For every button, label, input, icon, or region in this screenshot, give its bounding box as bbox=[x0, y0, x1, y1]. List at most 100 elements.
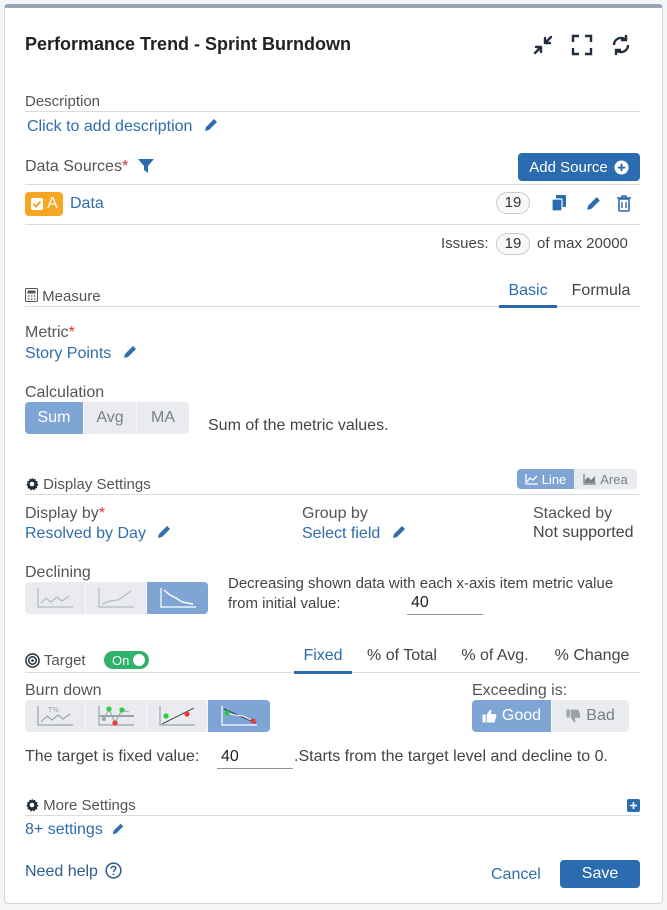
measure-header: Measure bbox=[25, 288, 101, 305]
thumbs-up-icon bbox=[482, 709, 497, 723]
flat-chart-icon bbox=[37, 588, 73, 608]
calc-ma-button[interactable]: MA bbox=[137, 402, 189, 434]
divider bbox=[25, 494, 640, 495]
percent-chart-icon: T% bbox=[37, 706, 73, 726]
calc-sum-button[interactable]: Sum bbox=[25, 402, 84, 434]
toggle-knob bbox=[133, 654, 146, 666]
calculation-description: Sum of the metric values. bbox=[208, 417, 389, 434]
minimize-icon[interactable] bbox=[531, 33, 555, 57]
add-description-label: Click to add description bbox=[27, 118, 193, 135]
checkbox-icon bbox=[31, 198, 44, 210]
tab-formula[interactable]: Formula bbox=[565, 282, 637, 300]
display-by-label-text: Display by bbox=[25, 505, 99, 522]
description-label: Description bbox=[25, 93, 101, 110]
target-toggle-label: On bbox=[112, 652, 130, 668]
target-rising-option[interactable] bbox=[147, 700, 208, 732]
declining-flat-option[interactable] bbox=[25, 582, 86, 614]
declining-rising-option[interactable] bbox=[86, 582, 147, 614]
expand-plus-icon[interactable] bbox=[627, 799, 640, 812]
trash-icon[interactable] bbox=[616, 194, 632, 217]
exceeding-good-button[interactable]: Good bbox=[472, 700, 552, 732]
display-by-label: Display by* bbox=[25, 505, 106, 522]
source-name[interactable]: Data bbox=[70, 195, 104, 213]
issues-count-badge: 19 bbox=[496, 233, 530, 255]
chart-type-line[interactable]: Line bbox=[517, 469, 574, 489]
need-help-link[interactable]: Need help bbox=[25, 862, 123, 881]
declining-segmented bbox=[25, 582, 208, 614]
display-settings-label: Display Settings bbox=[43, 476, 151, 493]
exceeding-good-label: Good bbox=[501, 707, 542, 724]
cancel-button[interactable]: Cancel bbox=[491, 866, 541, 884]
measure-label: Measure bbox=[42, 288, 101, 305]
calculation-segmented: Sum Avg MA bbox=[25, 402, 189, 434]
exceeding-bad-label: Bad bbox=[586, 707, 615, 724]
tab-percent-total[interactable]: % of Total bbox=[360, 647, 444, 665]
target-toggle[interactable]: On bbox=[104, 651, 150, 669]
more-settings-link[interactable]: 8+ settings bbox=[25, 821, 125, 839]
issues-label: Issues: bbox=[441, 235, 489, 252]
refresh-icon[interactable] bbox=[609, 33, 633, 57]
more-settings-link-text: 8+ settings bbox=[25, 821, 103, 838]
save-button[interactable]: Save bbox=[560, 860, 640, 888]
help-circle-icon bbox=[105, 862, 123, 879]
calculator-icon bbox=[25, 288, 38, 302]
divider bbox=[25, 815, 640, 816]
tab-basic[interactable]: Basic bbox=[499, 282, 557, 300]
gear-icon bbox=[26, 798, 39, 812]
falling-chart-icon bbox=[159, 588, 196, 608]
declining-falling-option[interactable] bbox=[147, 582, 208, 614]
source-badge[interactable]: A bbox=[25, 192, 63, 216]
pencil-icon bbox=[204, 119, 217, 131]
target-percent-option[interactable]: T% bbox=[25, 700, 86, 732]
exceeding-bad-button[interactable]: Bad bbox=[552, 700, 629, 732]
calc-avg-button[interactable]: Avg bbox=[84, 402, 137, 434]
plus-circle-icon bbox=[614, 159, 629, 175]
page-title: Performance Trend - Sprint Burndown bbox=[25, 34, 352, 54]
svg-text:T%: T% bbox=[47, 706, 59, 714]
chart-type-area-label: Area bbox=[600, 471, 628, 487]
divider bbox=[25, 224, 640, 225]
thumbs-down-icon bbox=[566, 709, 581, 723]
fullscreen-icon[interactable] bbox=[570, 33, 594, 57]
area-chart-icon bbox=[583, 473, 597, 485]
more-settings-header: More Settings bbox=[25, 797, 136, 814]
metric-link[interactable]: Story Points bbox=[25, 344, 138, 363]
chart-type-line-label: Line bbox=[541, 471, 567, 487]
display-by-value: Resolved by Day bbox=[25, 525, 146, 542]
gear-icon bbox=[26, 477, 39, 491]
burn-down-chart-icon bbox=[221, 706, 257, 726]
tab-percent-change[interactable]: % Change bbox=[546, 647, 638, 665]
band-chart-icon bbox=[98, 706, 134, 726]
fixed-value-label: The target is fixed value: bbox=[25, 748, 200, 765]
declining-label: Declining bbox=[25, 564, 91, 581]
declining-value-input[interactable] bbox=[407, 592, 483, 615]
target-band-option[interactable] bbox=[86, 700, 147, 732]
fixed-value-input[interactable] bbox=[217, 746, 293, 769]
edit-source-icon[interactable] bbox=[585, 195, 602, 217]
target-burn-down-option[interactable] bbox=[208, 700, 270, 732]
display-by-link[interactable]: Resolved by Day bbox=[25, 524, 172, 543]
add-source-button[interactable]: Add Source bbox=[518, 153, 640, 181]
target-label: Target bbox=[43, 652, 86, 669]
divider bbox=[25, 111, 640, 112]
group-by-link[interactable]: Select field bbox=[302, 524, 407, 543]
add-source-label: Add Source bbox=[529, 158, 608, 176]
add-description-link[interactable]: Click to add description bbox=[27, 117, 219, 136]
burn-down-label: Burn down bbox=[25, 682, 102, 699]
metric-label: Metric* bbox=[25, 324, 75, 341]
copy-icon[interactable] bbox=[550, 194, 568, 217]
filter-icon[interactable] bbox=[137, 158, 155, 174]
chart-type-area[interactable]: Area bbox=[574, 469, 637, 489]
tab-fixed[interactable]: Fixed bbox=[294, 647, 352, 665]
active-tab-indicator bbox=[294, 671, 352, 674]
chart-type-toggle: Line Area bbox=[517, 469, 637, 489]
data-sources-label: Data Sources* bbox=[25, 158, 155, 176]
tab-percent-avg[interactable]: % of Avg. bbox=[454, 647, 536, 665]
stacked-by-label: Stacked by bbox=[533, 505, 613, 522]
target-header: Target bbox=[25, 652, 86, 669]
group-by-value: Select field bbox=[302, 525, 381, 542]
burn-down-segmented: T% bbox=[25, 700, 270, 732]
divider bbox=[25, 184, 640, 185]
calculation-label: Calculation bbox=[25, 384, 105, 401]
issues-max: of max 20000 bbox=[537, 235, 628, 252]
